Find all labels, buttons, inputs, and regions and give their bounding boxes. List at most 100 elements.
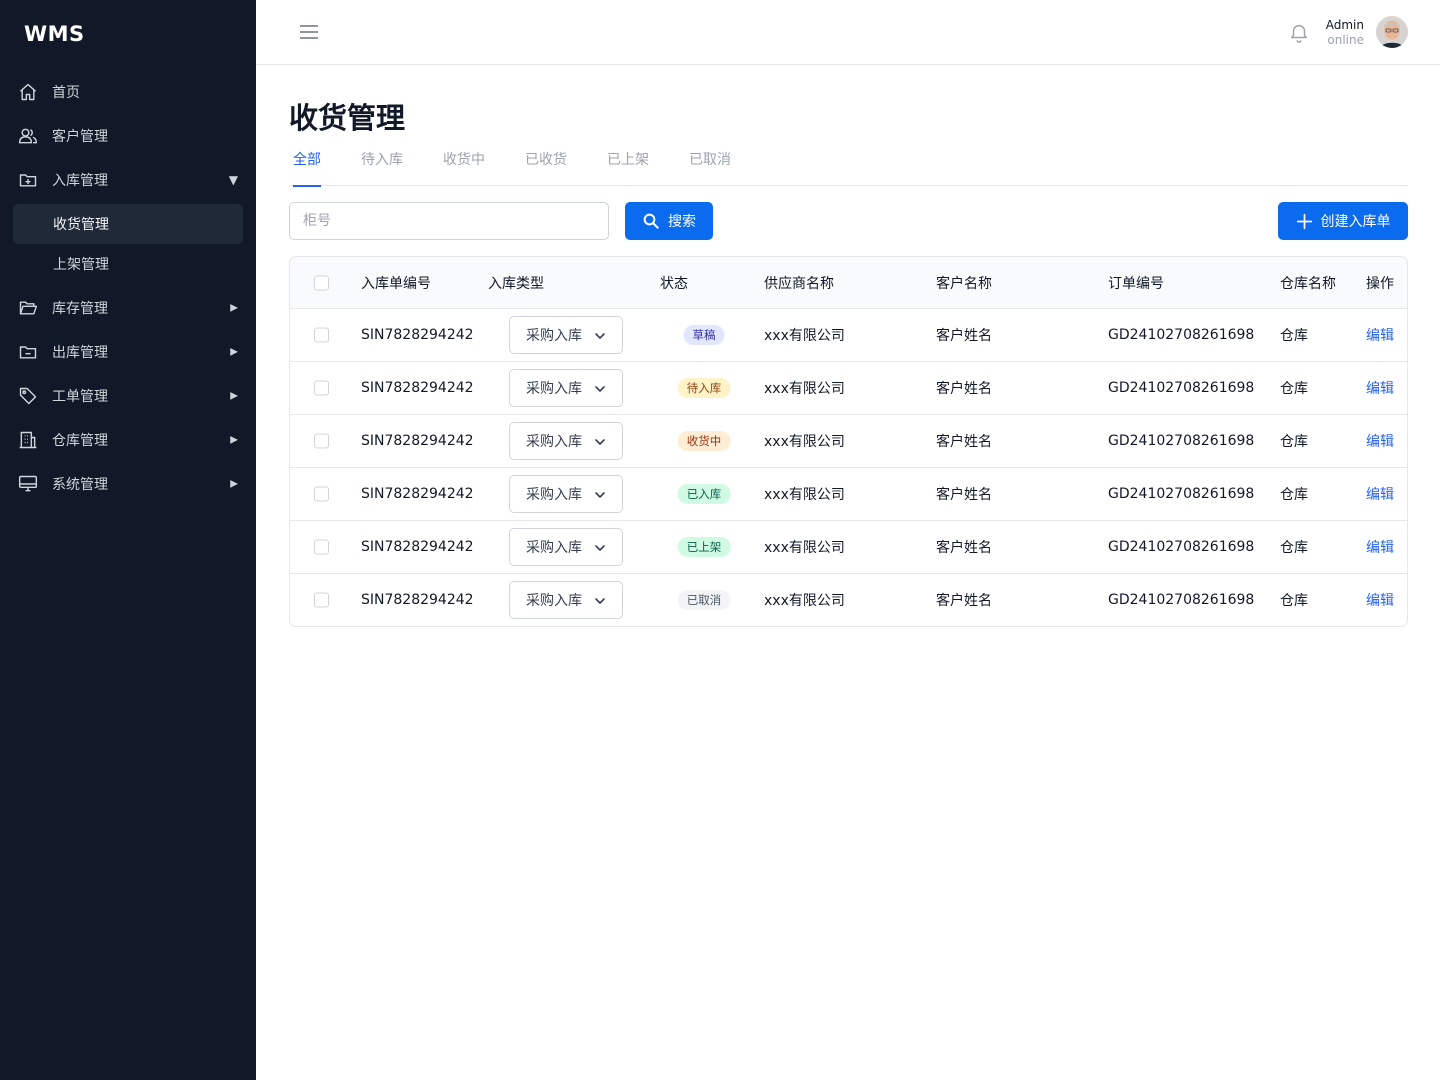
caret-right-icon: ▶ [230, 302, 238, 314]
inbound-type-select[interactable]: 采购入库 [509, 316, 623, 354]
inbound-type-select[interactable]: 采购入库 [509, 369, 623, 407]
inbound-type-value: 采购入库 [526, 540, 582, 556]
user-status: online [1327, 33, 1364, 47]
caret-down-icon: ▼ [228, 173, 238, 187]
customer-name: 客户姓名 [936, 540, 992, 556]
search-button[interactable]: 搜索 [625, 202, 713, 240]
edit-link[interactable]: 编辑 [1366, 431, 1394, 451]
sidebar-item-outbound[interactable]: 出库管理 ▶ [0, 330, 256, 374]
sidebar: WMS 首页 客户管理 入库管理 ▼ 收货管理 上架管理 库存管理 ▶ 出库管理… [0, 0, 256, 1080]
chevron-down-icon [595, 333, 605, 339]
sidebar-item-label: 仓库管理 [52, 433, 108, 449]
chevron-down-icon [595, 598, 605, 604]
inbound-id: SIN7828294242 [361, 592, 474, 608]
folder-open-icon [18, 298, 38, 318]
column-header: 入库类型 [488, 275, 544, 292]
column-header: 入库单编号 [361, 275, 431, 292]
hamburger-menu-icon[interactable] [298, 22, 320, 42]
order-number: GD24102708261698 [1108, 327, 1255, 343]
sidebar-item-label: 出库管理 [52, 345, 108, 361]
select-all-checkbox[interactable] [314, 275, 329, 290]
tab-all[interactable]: 全部 [293, 145, 321, 187]
row-checkbox[interactable] [314, 380, 329, 396]
edit-link[interactable]: 编辑 [1366, 325, 1394, 345]
table-body: SIN7828294242 采购入库 草稿 xxx有限公司 客户姓名 GD241… [290, 309, 1407, 626]
inbound-type-select[interactable]: 采购入库 [509, 475, 623, 513]
tab-pending[interactable]: 待入库 [361, 145, 403, 186]
table-row: SIN7828294242 采购入库 收货中 xxx有限公司 客户姓名 GD24… [290, 415, 1407, 468]
warehouse-name: 仓库 [1280, 540, 1308, 556]
plus-icon [1296, 213, 1312, 229]
sidebar-item-label: 库存管理 [52, 301, 108, 317]
warehouse-name: 仓库 [1280, 487, 1308, 503]
edit-link[interactable]: 编辑 [1366, 378, 1394, 398]
sidebar-item-inventory[interactable]: 库存管理 ▶ [0, 286, 256, 330]
create-inbound-button[interactable]: 创建入库单 [1278, 202, 1408, 240]
caret-right-icon: ▶ [230, 434, 238, 446]
building-icon [18, 430, 38, 450]
table-row: SIN7828294242 采购入库 已入库 xxx有限公司 客户姓名 GD24… [290, 468, 1407, 521]
inbound-id: SIN7828294242 [361, 380, 474, 396]
monitor-icon [18, 474, 38, 494]
edit-link[interactable]: 编辑 [1366, 537, 1394, 557]
sidebar-subitem-receiving[interactable]: 收货管理 [13, 204, 243, 244]
supplier-name: xxx有限公司 [764, 434, 845, 450]
column-header: 供应商名称 [764, 275, 834, 292]
warehouse-name: 仓库 [1280, 434, 1308, 450]
tab-cancelled[interactable]: 已取消 [689, 145, 731, 186]
supplier-name: xxx有限公司 [764, 487, 845, 503]
inbound-type-value: 采购入库 [526, 434, 582, 450]
row-checkbox[interactable] [314, 433, 329, 449]
status-badge-wrap: 已取消 [677, 590, 731, 610]
status-badge: 待入库 [677, 378, 731, 398]
inbound-id: SIN7828294242 [361, 327, 474, 343]
customer-name: 客户姓名 [936, 328, 992, 344]
order-number: GD24102708261698 [1108, 433, 1255, 449]
inbound-type-value: 采购入库 [526, 593, 582, 609]
table-header: 入库单编号 入库类型 状态 供应商名称 客户名称 订单编号 仓库名称 操作 [290, 257, 1407, 309]
sidebar-item-work-orders[interactable]: 工单管理 ▶ [0, 374, 256, 418]
sidebar-item-customers[interactable]: 客户管理 [0, 114, 256, 158]
column-header: 状态 [660, 275, 688, 292]
tab-received[interactable]: 已收货 [525, 145, 567, 186]
row-checkbox[interactable] [314, 327, 329, 343]
status-badge: 已上架 [677, 537, 731, 557]
sidebar-item-home[interactable]: 首页 [0, 70, 256, 114]
caret-right-icon: ▶ [230, 478, 238, 490]
edit-link[interactable]: 编辑 [1366, 590, 1394, 610]
user-name: Admin [1325, 18, 1364, 32]
sidebar-item-inbound[interactable]: 入库管理 ▼ [0, 158, 256, 202]
inbound-type-select[interactable]: 采购入库 [509, 422, 623, 460]
column-header: 操作 [1366, 275, 1394, 292]
sidebar-subitem-putaway[interactable]: 上架管理 [13, 244, 243, 284]
sidebar-item-label: 入库管理 [52, 173, 108, 189]
order-number: GD24102708261698 [1108, 592, 1255, 608]
sidebar-item-label: 系统管理 [52, 477, 108, 493]
inbound-type-select[interactable]: 采购入库 [509, 581, 623, 619]
sidebar-item-system[interactable]: 系统管理 ▶ [0, 462, 256, 506]
table-row: SIN7828294242 采购入库 待入库 xxx有限公司 客户姓名 GD24… [290, 362, 1407, 415]
brand-logo: WMS [24, 22, 85, 46]
chevron-down-icon [595, 492, 605, 498]
status-badge-wrap: 草稿 [683, 325, 725, 345]
warehouse-name: 仓库 [1280, 381, 1308, 397]
supplier-name: xxx有限公司 [764, 381, 845, 397]
inbound-type-select[interactable]: 采购入库 [509, 528, 623, 566]
table-row: SIN7828294242 采购入库 已取消 xxx有限公司 客户姓名 GD24… [290, 574, 1407, 626]
container-search-input[interactable] [289, 202, 609, 240]
inbound-type-value: 采购入库 [526, 381, 582, 397]
tab-shelved[interactable]: 已上架 [607, 145, 649, 186]
avatar[interactable] [1376, 16, 1408, 48]
bell-icon[interactable] [1288, 20, 1310, 44]
row-checkbox[interactable] [314, 539, 329, 555]
row-checkbox[interactable] [314, 486, 329, 502]
edit-link[interactable]: 编辑 [1366, 484, 1394, 504]
row-checkbox[interactable] [314, 592, 329, 608]
sidebar-item-label: 客户管理 [52, 129, 108, 145]
chevron-down-icon [595, 439, 605, 445]
sidebar-nav: 首页 客户管理 入库管理 ▼ 收货管理 上架管理 库存管理 ▶ 出库管理 ▶ 工… [0, 70, 256, 506]
sidebar-item-warehouse[interactable]: 仓库管理 ▶ [0, 418, 256, 462]
caret-right-icon: ▶ [230, 346, 238, 358]
tab-receiving[interactable]: 收货中 [443, 145, 485, 186]
status-badge: 草稿 [683, 325, 725, 345]
